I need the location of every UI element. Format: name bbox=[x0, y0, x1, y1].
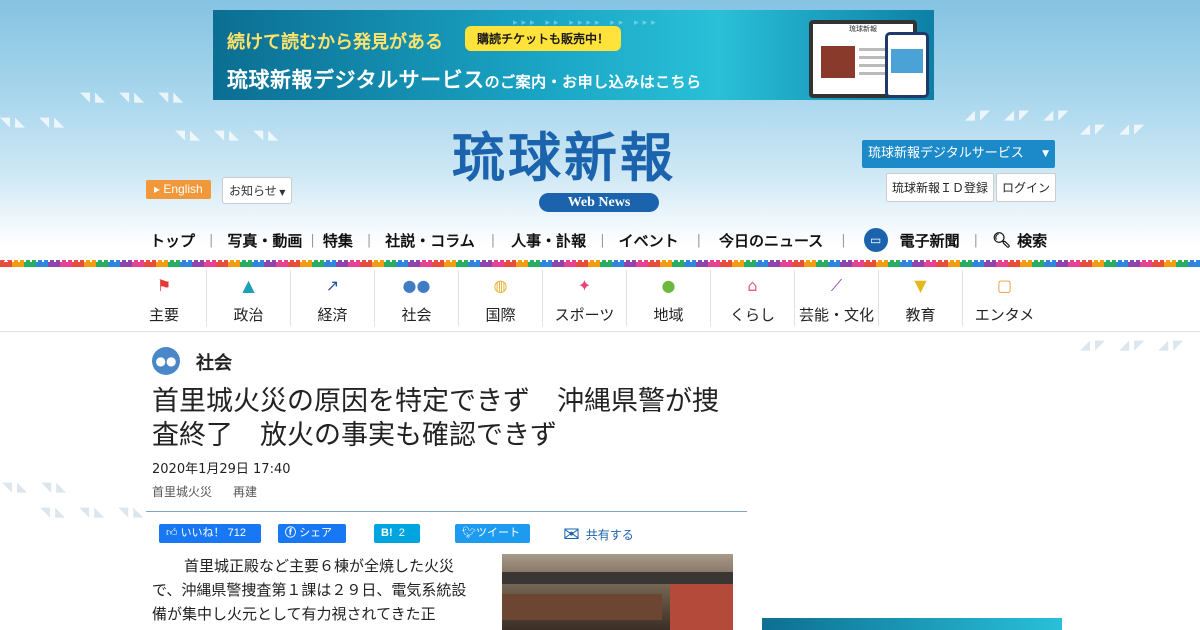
category-item[interactable]: ⚑ 主要 bbox=[122, 270, 206, 326]
digital-service-banner[interactable]: ▸▸▸ ▸▸ ▸▸▸▸ ▸▸ ▸▸▸ 続けて読むから発見がある 購読チケットも販… bbox=[213, 10, 934, 100]
banner-headline: 琉球新報デジタルサービスのご案内・お申し込みはこちら bbox=[227, 68, 702, 92]
fish-decoration: ◥◣ ◥◣ ◥◣ bbox=[80, 90, 189, 105]
e-paper-icon: ▭ bbox=[863, 228, 888, 252]
banner-ticket-badge: 購読チケットも販売中！ bbox=[465, 26, 622, 51]
mail-send-icon: ✉ bbox=[563, 522, 580, 546]
caret-down-icon: ▼ bbox=[1042, 149, 1049, 159]
category-item[interactable]: ▼ 教育 bbox=[878, 270, 962, 326]
tag-link[interactable]: 再建 bbox=[233, 483, 257, 500]
category-item[interactable]: ◍ 国際 bbox=[458, 270, 542, 326]
phone-mockup-image bbox=[885, 32, 929, 98]
nav-top[interactable]: トップ bbox=[150, 230, 195, 251]
facebook-like-button[interactable]: 👍︎ いいね！ 712 bbox=[159, 524, 261, 543]
chart-icon: ↗ bbox=[325, 276, 340, 295]
category-label: 教育 bbox=[905, 306, 936, 324]
category-label: 国際 bbox=[485, 306, 516, 324]
article-date: 2020年1月29日 17:40 bbox=[152, 462, 291, 477]
category-label: 主要 bbox=[148, 306, 179, 324]
parliament-icon: ▲ bbox=[242, 276, 255, 295]
category-item[interactable]: ⌂ くらし bbox=[710, 270, 794, 326]
share-more-button[interactable]: ✉ 共有する bbox=[563, 523, 634, 545]
fish-decoration: ◥◣ ◥◣ ◥◣ bbox=[40, 505, 149, 520]
fish-decoration: ◥◣ ◥◣ bbox=[2, 480, 72, 495]
nav-events[interactable]: イベント bbox=[619, 230, 679, 251]
article-tags: 首里城火災 再建 bbox=[152, 483, 278, 500]
thumbs-up-icon: 👍︎ bbox=[166, 527, 178, 539]
category-item[interactable]: ⟋ 芸能・文化 bbox=[794, 270, 878, 326]
nav-features[interactable]: 特集 bbox=[323, 230, 353, 251]
runner-icon: ✦ bbox=[577, 276, 592, 295]
article-body: 首里城正殿など主要６棟が全焼した火災で、沖縄県警捜査第１課は２９日、電気系統設備… bbox=[152, 557, 467, 623]
divider bbox=[0, 331, 1200, 332]
article-headline: 首里城火災の原因を特定できず 沖縄県警が捜査終了 放火の事実も確認できず bbox=[152, 386, 719, 451]
flag-icon: ⚑ bbox=[156, 276, 172, 295]
id-register-button[interactable]: 琉球新報ＩＤ登録 bbox=[886, 173, 995, 202]
nav-photo-video[interactable]: 写真・動画 bbox=[227, 230, 302, 251]
english-button[interactable]: ▸ English bbox=[146, 180, 211, 199]
divider bbox=[146, 511, 747, 512]
tweet-button[interactable]: 🐦︎ツイート bbox=[455, 524, 530, 543]
banner-tagline: 続けて読むから発見がある bbox=[227, 32, 443, 53]
people-icon: ●● bbox=[152, 347, 180, 375]
nav-editorial-column[interactable]: 社説・コラム bbox=[385, 230, 475, 251]
article-photo[interactable] bbox=[502, 554, 733, 630]
sidebar-banner-ad[interactable] bbox=[762, 618, 1062, 630]
nav-search[interactable]: 🔍︎ 検索 bbox=[992, 230, 1047, 251]
sanshin-icon: ⟋ bbox=[830, 276, 843, 295]
tag-link[interactable]: 首里城火災 bbox=[152, 483, 212, 500]
category-label: 経済 bbox=[317, 306, 348, 324]
facebook-share-button[interactable]: ⓕ シェア bbox=[278, 524, 346, 543]
facebook-icon: ⓕ bbox=[285, 527, 296, 539]
caret-down-icon: ▼ bbox=[276, 188, 286, 197]
nav-todays-news[interactable]: 今日のニュース bbox=[719, 230, 823, 251]
tv-icon: ▢ bbox=[996, 276, 1013, 295]
category-label: エンタメ bbox=[974, 306, 1035, 324]
category-navigation: ⚑ 主要 ▲ 政治 ↗ 経済 ●● 社会 ◍ 国際 ✦ スポーツ ● 地域 ⌂ くらし ⟋ 芸能・文化 ▼ 教育 ▢ エン… bbox=[122, 270, 1046, 326]
info-dropdown[interactable]: お知らせ ▼ bbox=[222, 177, 293, 204]
search-icon: 🔍︎ bbox=[992, 231, 1012, 249]
fish-decoration: ◢◤ ◢◤ ◢◤ bbox=[965, 108, 1074, 123]
digital-service-dropdown[interactable]: 琉球新報デジタルサービス ▼ bbox=[862, 140, 1055, 168]
category-label: スポーツ bbox=[554, 306, 615, 324]
graduation-cap-icon: ▼ bbox=[914, 276, 927, 295]
main-navigation: トップ | 写真・動画 | 特集 | 社説・コラム | 人事・訃報 | イベント | 今日の… bbox=[150, 228, 1047, 252]
category-item[interactable]: ● 地域 bbox=[626, 270, 710, 326]
fish-decoration: ◢◤ ◢◤ ◢◤ bbox=[1080, 338, 1189, 353]
logo-subtitle: Web News bbox=[539, 193, 659, 212]
house-icon: ⌂ bbox=[747, 276, 758, 295]
map-pin-icon: ● bbox=[661, 276, 676, 295]
globe-icon: ◍ bbox=[493, 276, 508, 295]
hatena-count: 2 bbox=[398, 527, 405, 539]
hatena-bookmark-button[interactable]: B! 2 bbox=[374, 524, 420, 543]
like-count: 712 bbox=[227, 527, 246, 539]
nav-e-paper[interactable]: ▭ 電子新聞 bbox=[863, 228, 960, 252]
category-label: 地域 bbox=[653, 306, 684, 324]
fish-decoration: ◥◣ ◥◣ ◥◣ bbox=[175, 128, 284, 143]
fish-decoration: ◢◤ ◢◤ bbox=[1080, 122, 1150, 137]
login-button[interactable]: ログイン bbox=[996, 173, 1057, 202]
category-item[interactable]: ▲ 政治 bbox=[206, 270, 290, 326]
category-label: 社会 bbox=[401, 306, 432, 324]
category-item[interactable]: ▢ エンタメ bbox=[962, 270, 1046, 326]
people-icon: ●● bbox=[402, 276, 431, 295]
category-label: 芸能・文化 bbox=[798, 306, 874, 324]
category-label: 政治 bbox=[233, 306, 264, 324]
category-item[interactable]: ●● 社会 bbox=[374, 270, 458, 326]
category-label: くらし bbox=[729, 306, 775, 324]
site-logo[interactable]: 琉球新報 bbox=[452, 126, 676, 190]
twitter-bird-icon: 🐦︎ bbox=[462, 527, 476, 539]
fish-decoration: ◥◣ ◥◣ bbox=[0, 115, 70, 130]
category-item[interactable]: ✦ スポーツ bbox=[542, 270, 626, 326]
nav-personnel-obituary[interactable]: 人事・訃報 bbox=[511, 230, 586, 251]
section-title: 社会 bbox=[196, 353, 232, 374]
category-item[interactable]: ↗ 経済 bbox=[290, 270, 374, 326]
